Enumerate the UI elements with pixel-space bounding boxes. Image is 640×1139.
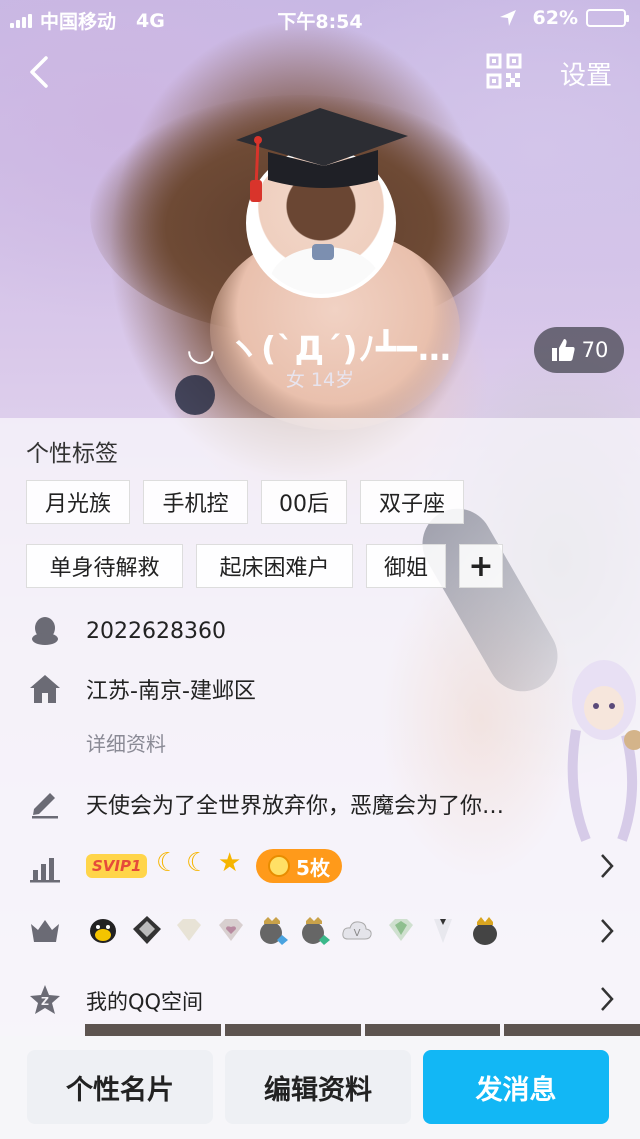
chevron-right-icon[interactable]: [598, 851, 616, 881]
location-arrow-icon: [499, 10, 516, 26]
tag-item[interactable]: 起床困难户: [196, 544, 353, 588]
status-bar: 中国移动 4G 下午8:54 62%: [0, 0, 640, 36]
moon-icon: ☾: [186, 848, 210, 878]
qzone-star-icon: Z: [30, 985, 60, 1014]
qzone-photo-strip[interactable]: [85, 1024, 640, 1036]
details-link[interactable]: 详细资料: [86, 728, 166, 757]
chevron-right-icon[interactable]: [598, 916, 616, 946]
qr-code-button[interactable]: [486, 53, 522, 89]
medal-badge[interactable]: 5枚: [256, 849, 342, 883]
add-tag-button[interactable]: +: [459, 544, 503, 588]
qzone-photo[interactable]: [224, 1024, 361, 1036]
tuxedo-badge-icon: [434, 919, 452, 943]
green-diamond-badge-icon: [389, 919, 413, 941]
qr-code-icon: [486, 53, 522, 89]
tag-item[interactable]: 手机控: [143, 480, 248, 524]
svg-text:V: V: [354, 928, 361, 939]
home-icon: [30, 675, 60, 703]
crown-icon: [31, 920, 59, 942]
moon-icon: ☾: [156, 848, 180, 878]
status-right: 62%: [499, 7, 629, 29]
svg-text:Z: Z: [41, 995, 49, 1008]
tag-item[interactable]: 双子座: [360, 480, 464, 524]
medal-coin-icon: [268, 855, 291, 877]
qq-penguin-icon: [32, 617, 58, 645]
chevron-left-icon: [30, 56, 48, 88]
tag-item[interactable]: 单身待解救: [26, 544, 183, 588]
signature[interactable]: 天使会为了全世界放弃你，恶魔会为了你…: [86, 788, 504, 820]
medal-count: 5枚: [296, 855, 330, 880]
profile-card-button[interactable]: 个性名片: [27, 1050, 213, 1124]
edit-profile-button[interactable]: 编辑资料: [225, 1050, 411, 1124]
back-button[interactable]: [22, 52, 62, 92]
qzone-photo[interactable]: [504, 1024, 640, 1036]
tag-item[interactable]: 御姐: [366, 544, 446, 588]
avatar-bowtie: [312, 244, 334, 260]
battery-icon: [586, 9, 629, 27]
send-message-button[interactable]: 发消息: [423, 1050, 609, 1124]
tags-section-title: 个性标签: [26, 441, 118, 467]
diamond-badge-icon: [177, 919, 201, 941]
pencil-icon: [32, 793, 58, 819]
thumbs-up-icon: [551, 339, 575, 361]
cloud-vip-badge-icon: V: [342, 921, 372, 940]
settings-button[interactable]: 设置: [560, 55, 612, 92]
chevron-right-icon[interactable]: [598, 984, 616, 1014]
location: 江苏-南京-建邺区: [86, 679, 256, 704]
qzone-photo[interactable]: [364, 1024, 501, 1036]
qzone-photo[interactable]: [85, 1024, 221, 1036]
svip-badge: SVIP1: [86, 854, 148, 878]
penguin-green-badge-icon: [302, 917, 330, 945]
tag-item[interactable]: 00后: [261, 480, 347, 524]
heart-diamond-badge-icon: [219, 919, 243, 941]
graduation-cap-icon: [236, 108, 408, 202]
diamond-badge-icon: [133, 916, 161, 944]
level-chart-icon: [30, 858, 60, 883]
like-count: 70: [581, 338, 609, 362]
penguin-crown-badge-icon: [260, 917, 288, 945]
battery-percent: 62%: [532, 7, 578, 29]
penguin-king-badge-icon: [473, 917, 497, 945]
penguin-badge-icon: [90, 919, 116, 943]
qzone-link[interactable]: 我的QQ空间: [86, 986, 203, 1016]
like-button[interactable]: 70: [534, 327, 624, 373]
anime-sticker-decoration: [567, 660, 640, 842]
star-icon: ★: [218, 848, 242, 878]
qq-number: 2022628360: [86, 619, 226, 644]
tag-item[interactable]: 月光族: [26, 480, 130, 524]
